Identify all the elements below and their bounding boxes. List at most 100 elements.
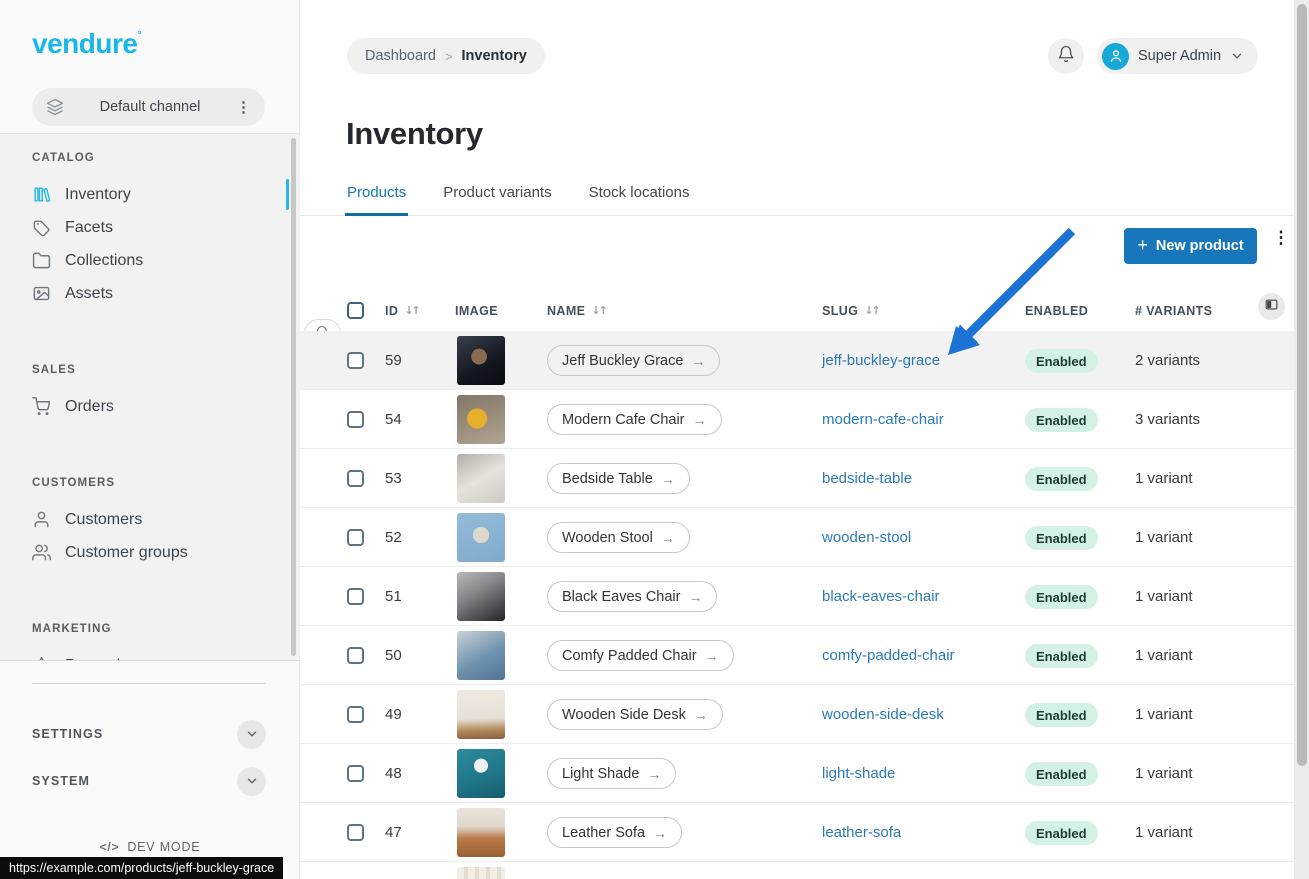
table-row: 47 Leather Sofa → leather-sofa Enabled 1…	[300, 803, 1309, 862]
product-name-link[interactable]: Wooden Stool →	[547, 522, 690, 553]
row-checkbox[interactable]	[347, 824, 364, 841]
sidebar: vendure˚ Default channel ⋮ CATALOG Inven…	[0, 0, 300, 879]
chevron-down-icon[interactable]	[237, 720, 266, 749]
breadcrumb: Dashboard > Inventory	[347, 38, 545, 74]
sidebar-item[interactable]: Assets	[0, 277, 300, 310]
product-image	[457, 513, 505, 562]
row-checkbox[interactable]	[347, 529, 364, 546]
columns-icon	[1264, 297, 1279, 317]
table-header: ID↓↑ IMAGE NAME↓↑ SLUG↓↑ ENABLED # VARIA…	[300, 290, 1309, 331]
variant-count: 1 variant	[1135, 449, 1193, 508]
sidebar-item[interactable]: Promotions	[0, 649, 300, 661]
arrow-right-icon: →	[647, 766, 661, 782]
column-header-enabled: ENABLED	[1025, 290, 1088, 331]
code-icon: </>	[100, 840, 120, 854]
column-header-name[interactable]: NAME↓↑	[547, 290, 606, 331]
notifications-button[interactable]	[1048, 38, 1084, 74]
system-section-toggle[interactable]: SYSTEM	[32, 765, 266, 797]
product-name-link[interactable]: Comfy Padded Chair →	[547, 640, 734, 671]
table-row: 52 Wooden Stool → wooden-stool Enabled 1…	[300, 508, 1309, 567]
row-checkbox[interactable]	[347, 470, 364, 487]
product-slug-link[interactable]: wooden-side-desk	[822, 685, 944, 744]
user-menu[interactable]: Super Admin	[1097, 38, 1258, 74]
sidebar-item[interactable]: Collections	[0, 244, 300, 277]
arrow-right-icon: →	[694, 707, 708, 723]
scrollbar-thumb[interactable]	[1297, 4, 1307, 766]
arrow-right-icon: →	[691, 353, 705, 369]
variant-count: 1 variant	[1135, 744, 1193, 803]
product-slug-link[interactable]: comfy-padded-chair	[822, 626, 955, 685]
product-image	[457, 690, 505, 739]
product-slug-link[interactable]: black-eaves-chair	[822, 567, 940, 626]
table-options-menu[interactable]: ⋮	[1272, 233, 1290, 261]
product-image	[457, 336, 505, 385]
product-slug-link[interactable]: light-shade	[822, 744, 895, 803]
product-slug-link[interactable]: jeff-buckley-grace	[822, 331, 940, 390]
row-checkbox[interactable]	[347, 706, 364, 723]
breadcrumb-dashboard-link[interactable]: Dashboard	[365, 48, 436, 64]
tab[interactable]: Products	[347, 184, 406, 215]
tab[interactable]: Stock locations	[589, 184, 690, 215]
column-header-id[interactable]: ID↓↑	[385, 290, 419, 331]
user-name: Super Admin	[1138, 48, 1221, 64]
product-name-link[interactable]: Modern Cafe Chair →	[547, 404, 722, 435]
product-image	[457, 749, 505, 798]
status-badge: Enabled	[1025, 585, 1098, 609]
product-name-link[interactable]: Jeff Buckley Grace →	[547, 345, 720, 376]
sidebar-item[interactable]: Orders	[0, 390, 300, 423]
nav-section-customers: CUSTOMERS Customers Customer groups	[0, 473, 300, 569]
channel-label: Default channel	[64, 99, 236, 115]
status-badge: Enabled	[1025, 408, 1098, 432]
sidebar-item-label: Promotions	[65, 657, 146, 662]
product-id: 53	[385, 449, 402, 508]
row-checkbox[interactable]	[347, 765, 364, 782]
breadcrumb-separator: >	[445, 49, 453, 64]
product-slug-link[interactable]: modern-cafe-chair	[822, 390, 944, 449]
product-id: 54	[385, 390, 402, 449]
row-checkbox[interactable]	[347, 352, 364, 369]
product-name-link[interactable]: Bedside Table →	[547, 463, 690, 494]
sidebar-item[interactable]: Facets	[0, 211, 300, 244]
product-image	[457, 454, 505, 503]
row-checkbox[interactable]	[347, 411, 364, 428]
product-slug-link[interactable]: bedside-table	[822, 449, 912, 508]
partial-table-row	[300, 862, 1309, 879]
sidebar-item[interactable]: Customers	[0, 503, 300, 536]
chevron-down-icon[interactable]	[237, 767, 266, 796]
arrow-right-icon: →	[705, 648, 719, 664]
table-row: 50 Comfy Padded Chair → comfy-padded-cha…	[300, 626, 1309, 685]
product-name-link[interactable]: Wooden Side Desk →	[547, 699, 723, 730]
variant-count: 1 variant	[1135, 508, 1193, 567]
sidebar-item[interactable]: Inventory	[0, 178, 300, 211]
product-slug-link[interactable]: wooden-stool	[822, 508, 911, 567]
variant-count: 1 variant	[1135, 567, 1193, 626]
arrow-right-icon: →	[661, 530, 675, 546]
channel-menu-icon[interactable]: ⋮	[236, 98, 251, 116]
select-all-checkbox[interactable]	[347, 302, 364, 319]
product-name-link[interactable]: Leather Sofa →	[547, 817, 682, 848]
dev-mode-toggle[interactable]: </> DEV MODE	[0, 840, 300, 854]
channel-selector[interactable]: Default channel ⋮	[32, 88, 265, 126]
column-header-image: IMAGE	[455, 290, 498, 331]
product-name-link[interactable]: Black Eaves Chair →	[547, 581, 717, 612]
product-name-link[interactable]: Light Shade →	[547, 758, 676, 789]
sidebar-item-label: Facets	[65, 219, 113, 237]
tab[interactable]: Product variants	[443, 184, 551, 215]
product-id: 59	[385, 331, 402, 390]
new-product-button[interactable]: + New product	[1124, 228, 1257, 264]
tabs: Products Product variants Stock location…	[300, 184, 1309, 216]
arrow-right-icon: →	[653, 825, 667, 841]
row-checkbox[interactable]	[347, 588, 364, 605]
table-row: 54 Modern Cafe Chair → modern-cafe-chair…	[300, 390, 1309, 449]
sidebar-scrollbar[interactable]	[291, 138, 296, 656]
row-checkbox[interactable]	[347, 647, 364, 664]
product-id: 50	[385, 626, 402, 685]
product-slug-link[interactable]: leather-sofa	[822, 803, 901, 862]
settings-label: SETTINGS	[32, 727, 103, 741]
column-settings-button[interactable]	[1258, 293, 1285, 320]
settings-section-toggle[interactable]: SETTINGS	[32, 718, 266, 750]
column-header-slug[interactable]: SLUG↓↑	[822, 290, 879, 331]
variant-count: 3 variants	[1135, 390, 1200, 449]
table-row: 48 Light Shade → light-shade Enabled 1 v…	[300, 744, 1309, 803]
sidebar-item[interactable]: Customer groups	[0, 536, 300, 569]
